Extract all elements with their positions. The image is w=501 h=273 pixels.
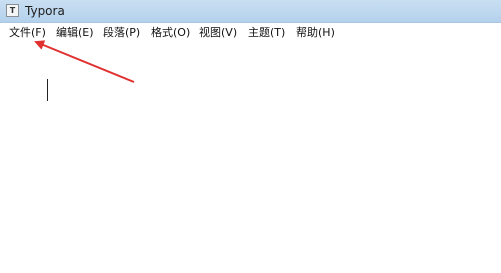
window-title: Typora: [25, 4, 65, 18]
title-bar: T Typora: [0, 0, 501, 23]
menu-format[interactable]: 格式(O): [151, 23, 190, 43]
typora-app-icon: T: [6, 4, 19, 17]
menu-paragraph[interactable]: 段落(P): [103, 23, 140, 43]
menu-bar: 文件(F) 编辑(E) 段落(P) 格式(O) 视图(V) 主题(T) 帮助(H…: [0, 23, 501, 43]
menu-file[interactable]: 文件(F): [9, 23, 46, 43]
menu-help[interactable]: 帮助(H): [296, 23, 335, 43]
text-caret: [47, 79, 48, 101]
menu-themes[interactable]: 主题(T): [248, 23, 285, 43]
menu-view[interactable]: 视图(V): [199, 23, 237, 43]
editor-area[interactable]: [0, 43, 501, 273]
menu-edit[interactable]: 编辑(E): [56, 23, 94, 43]
